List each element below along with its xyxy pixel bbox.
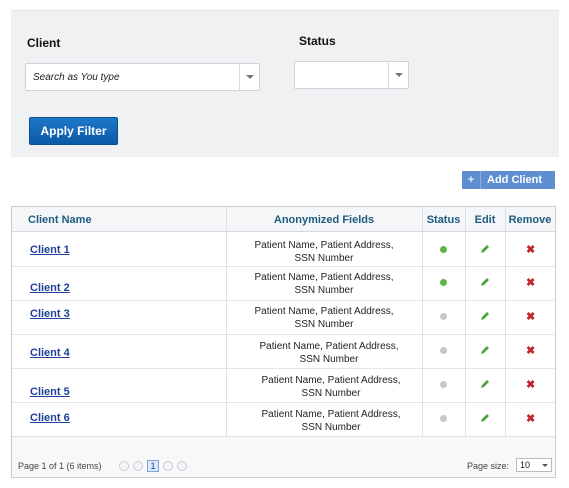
edit-pencil-icon[interactable] — [480, 413, 490, 423]
grid-header: Client Name Anonymized Fields Status Edi… — [12, 207, 555, 232]
remove-x-icon[interactable]: ✖ — [526, 310, 535, 323]
anonymized-fields-line: SSN Number — [299, 354, 359, 365]
pager: Page 1 of 1 (6 items) 1 Page size: 10 — [12, 436, 555, 477]
anonymized-fields-cell: Patient Name, Patient Address, SSN Numbe… — [226, 305, 422, 331]
last-page-icon[interactable] — [177, 461, 187, 471]
anonymized-fields-line: Patient Name, Patient Address, — [254, 306, 394, 317]
client-name-link[interactable]: Client 6 — [30, 412, 70, 424]
button-divider — [480, 171, 481, 189]
remove-x-icon[interactable]: ✖ — [526, 276, 535, 289]
client-label: Client — [27, 36, 61, 50]
page-size-select[interactable]: 10 — [516, 458, 552, 472]
status-active-icon — [440, 246, 447, 253]
remove-x-icon[interactable]: ✖ — [526, 412, 535, 425]
anonymized-fields-line: SSN Number — [301, 422, 361, 433]
pager-info: Page 1 of 1 (6 items) — [18, 461, 102, 471]
table-row: Client 6 Patient Name, Patient Address, … — [12, 403, 555, 436]
status-label: Status — [299, 34, 336, 48]
client-name-link[interactable]: Client 1 — [30, 244, 70, 256]
client-name-link[interactable]: Client 2 — [30, 282, 70, 294]
filter-panel: Client Search as You type Status Apply F… — [11, 10, 559, 157]
edit-pencil-icon[interactable] — [480, 277, 490, 287]
column-header-client-name[interactable]: Client Name — [28, 207, 188, 232]
anonymized-fields-line: Patient Name, Patient Address, — [254, 240, 394, 251]
column-header-anonymized-fields[interactable]: Anonymized Fields — [226, 207, 422, 232]
chevron-down-icon[interactable] — [239, 64, 259, 90]
current-page-number[interactable]: 1 — [147, 460, 159, 472]
anonymized-fields-line: SSN Number — [294, 319, 354, 330]
anonymized-fields-line: SSN Number — [294, 253, 354, 264]
edit-pencil-icon[interactable] — [480, 345, 490, 355]
page-size-label: Page size: — [467, 461, 510, 471]
client-name-link[interactable]: Client 4 — [30, 347, 70, 359]
apply-filter-button[interactable]: Apply Filter — [29, 117, 118, 145]
client-search-input[interactable]: Search as You type — [33, 72, 120, 83]
prev-page-icon[interactable] — [133, 461, 143, 471]
anonymized-fields-line: Patient Name, Patient Address, — [261, 409, 401, 420]
anonymized-fields-cell: Patient Name, Patient Address, SSN Numbe… — [226, 239, 422, 265]
column-header-edit: Edit — [474, 213, 496, 226]
status-inactive-icon — [440, 381, 447, 388]
status-inactive-icon — [440, 415, 447, 422]
remove-x-icon[interactable]: ✖ — [526, 344, 535, 357]
status-inactive-icon — [440, 347, 447, 354]
status-select[interactable] — [294, 61, 409, 89]
table-row: Client 2 Patient Name, Patient Address, … — [12, 267, 555, 301]
anonymized-fields-line: SSN Number — [294, 285, 354, 296]
column-header-remove: Remove — [508, 213, 552, 226]
anonymized-fields-cell: Patient Name, Patient Address, SSN Numbe… — [226, 271, 422, 297]
anonymized-fields-line: SSN Number — [301, 388, 361, 399]
add-client-button[interactable]: + Add Client — [462, 171, 555, 189]
status-active-icon — [440, 279, 447, 286]
first-page-icon[interactable] — [119, 461, 129, 471]
table-row: Client 5 Patient Name, Patient Address, … — [12, 369, 555, 403]
anonymized-fields-cell: Patient Name, Patient Address, SSN Numbe… — [233, 408, 429, 434]
anonymized-fields-line: Patient Name, Patient Address, — [261, 375, 401, 386]
remove-x-icon[interactable]: ✖ — [526, 243, 535, 256]
remove-x-icon[interactable]: ✖ — [526, 378, 535, 391]
client-search-combo[interactable]: Search as You type — [25, 63, 260, 91]
edit-pencil-icon[interactable] — [480, 379, 490, 389]
client-name-link[interactable]: Client 3 — [30, 308, 70, 320]
table-row: Client 4 Patient Name, Patient Address, … — [12, 335, 555, 369]
anonymized-fields-cell: Patient Name, Patient Address, SSN Numbe… — [233, 374, 429, 400]
table-row: Client 3 Patient Name, Patient Address, … — [12, 301, 555, 335]
edit-pencil-icon[interactable] — [480, 311, 490, 321]
client-name-link[interactable]: Client 5 — [30, 386, 70, 398]
plus-icon: + — [467, 174, 475, 186]
anonymized-fields-cell: Patient Name, Patient Address, SSN Numbe… — [231, 340, 427, 366]
anonymized-fields-line: Patient Name, Patient Address, — [259, 341, 399, 352]
column-header-status[interactable]: Status — [422, 207, 465, 232]
add-client-label: Add Client — [487, 174, 542, 186]
clients-grid: Client Name Anonymized Fields Status Edi… — [11, 206, 556, 478]
chevron-down-icon[interactable] — [388, 62, 408, 88]
status-inactive-icon — [440, 313, 447, 320]
table-row: Client 1 Patient Name, Patient Address, … — [12, 233, 555, 267]
edit-pencil-icon[interactable] — [480, 244, 490, 254]
anonymized-fields-line: Patient Name, Patient Address, — [254, 272, 394, 283]
next-page-icon[interactable] — [163, 461, 173, 471]
